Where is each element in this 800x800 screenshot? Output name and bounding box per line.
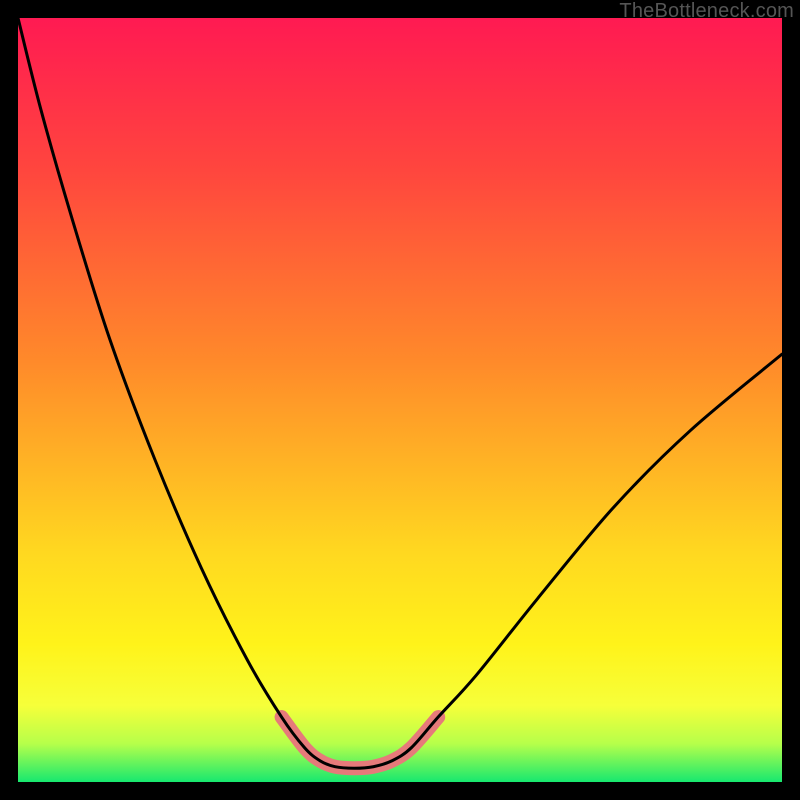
chart-svg — [18, 18, 782, 782]
watermark-text: TheBottleneck.com — [619, 0, 794, 23]
bottleneck-curve — [18, 18, 782, 768]
plot-area — [18, 18, 782, 782]
chart-frame: TheBottleneck.com — [0, 0, 800, 800]
